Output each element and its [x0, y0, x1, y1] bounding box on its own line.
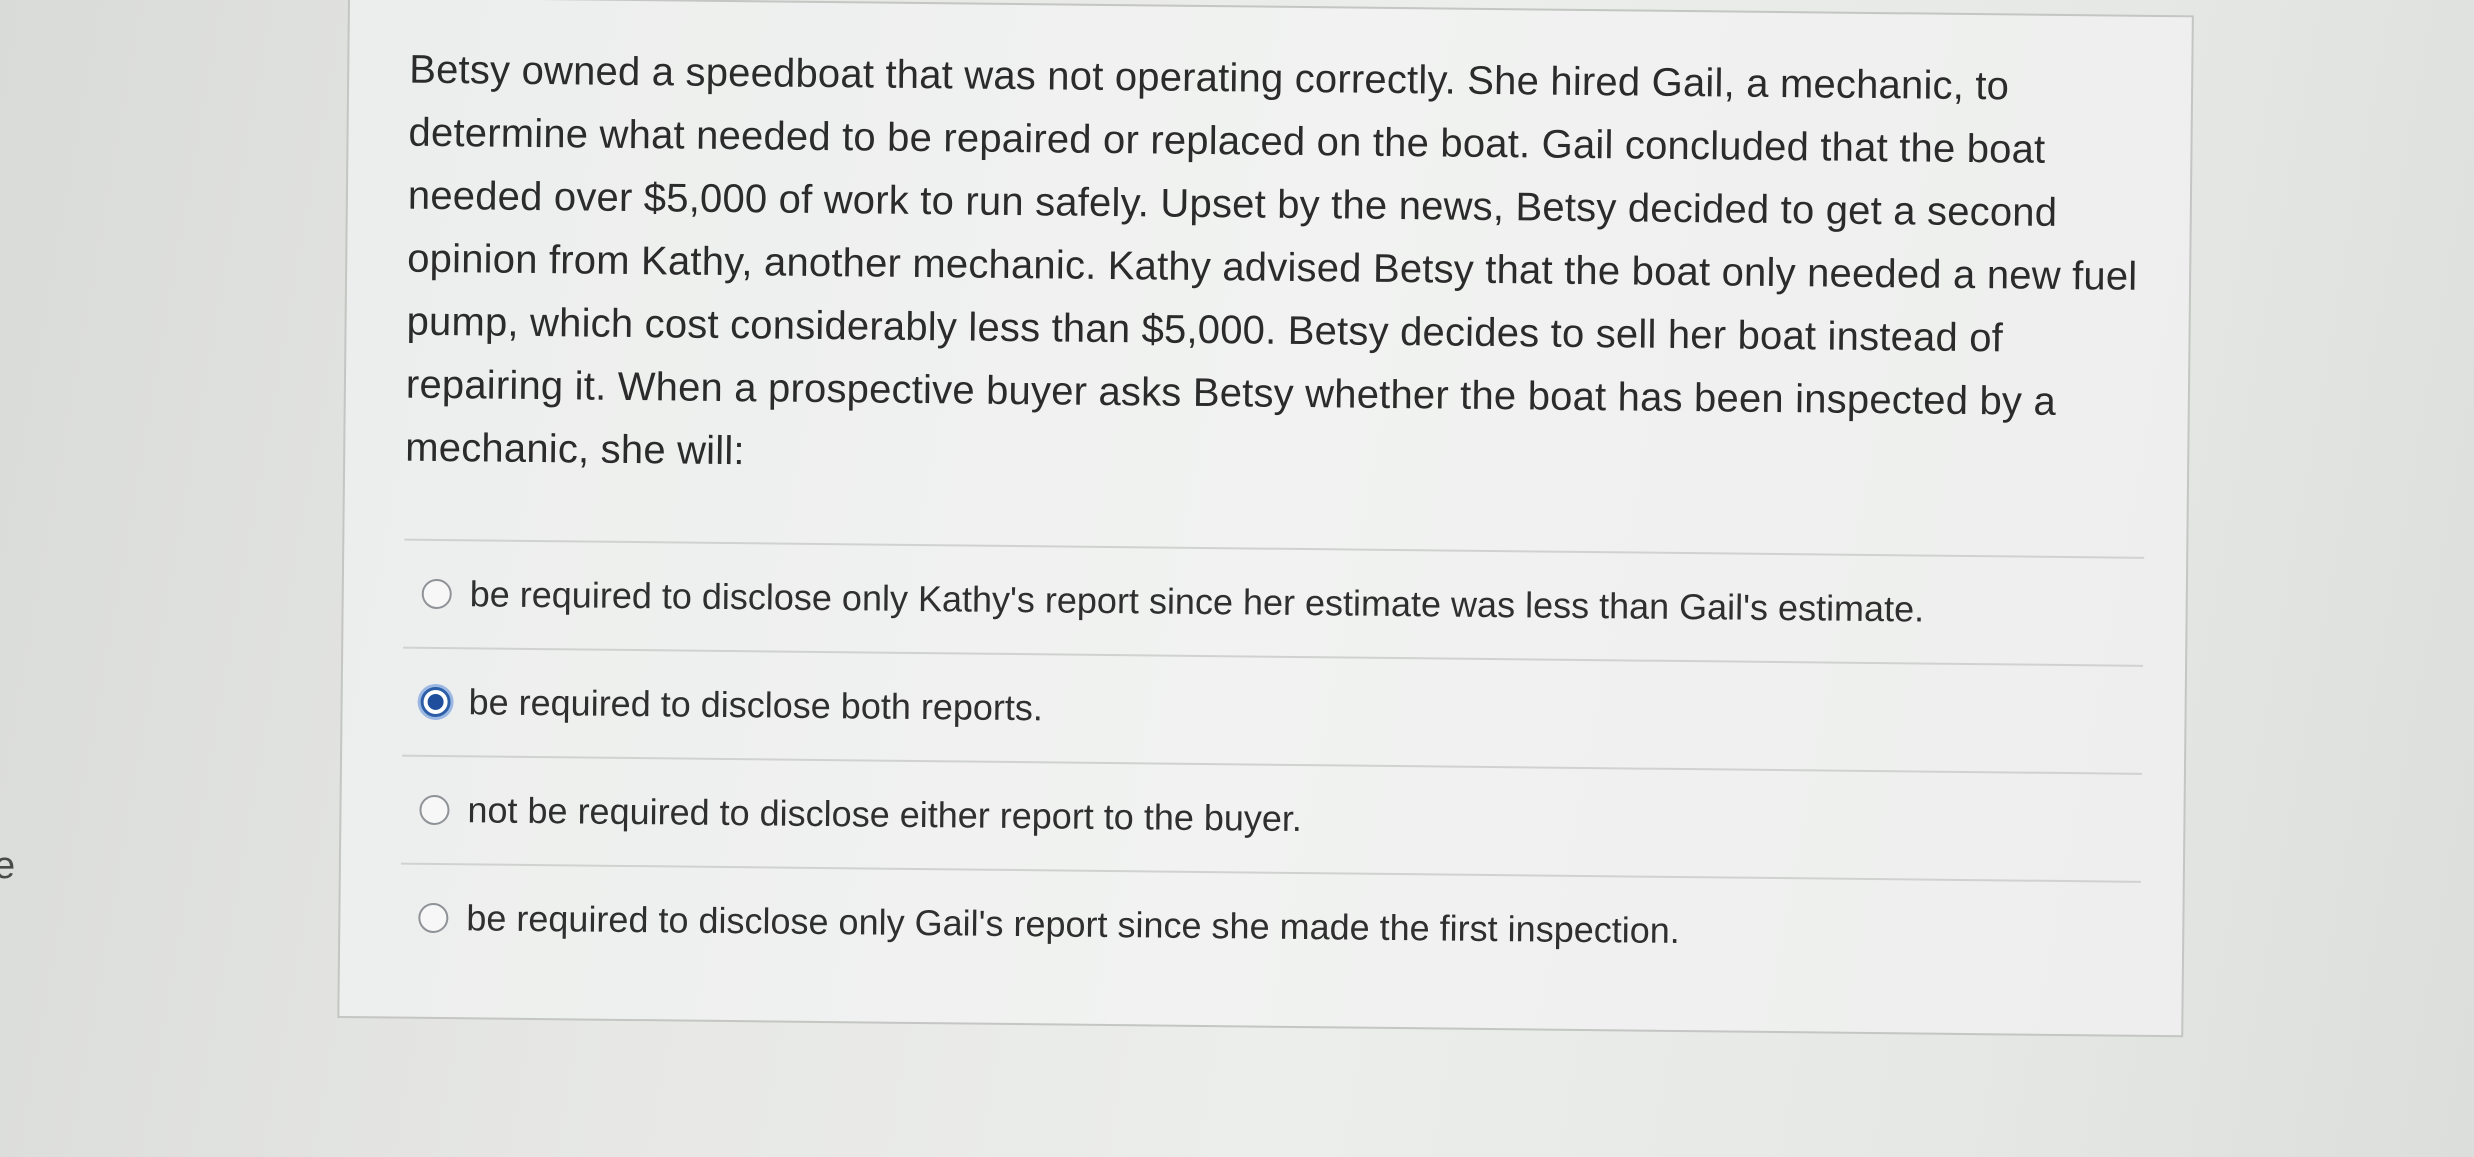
answer-option-3[interactable]: not be required to disclose either repor…	[400, 754, 2142, 881]
cropped-side-text: e	[0, 845, 16, 887]
radio-button[interactable]	[419, 794, 450, 826]
question-card: Betsy owned a speedboat that was not ope…	[337, 0, 2194, 1038]
answer-option-1[interactable]: be required to disclose only Kathy's rep…	[403, 538, 2145, 665]
answer-options: be required to disclose only Kathy's rep…	[399, 538, 2145, 989]
radio-button[interactable]	[421, 578, 452, 610]
answer-option-4[interactable]: be required to disclose only Gail's repo…	[399, 862, 2141, 989]
answer-option-label: be required to disclose both reports.	[468, 681, 1044, 729]
answer-option-label: not be required to disclose either repor…	[467, 789, 1303, 840]
radio-button-selected[interactable]	[420, 686, 451, 718]
answer-option-label: be required to disclose only Gail's repo…	[466, 897, 1681, 951]
answer-option-2[interactable]: be required to disclose both reports.	[402, 646, 2144, 773]
answer-option-label: be required to disclose only Kathy's rep…	[469, 573, 1925, 630]
radio-button[interactable]	[418, 902, 449, 934]
question-text: Betsy owned a speedboat that was not ope…	[405, 47, 2138, 474]
